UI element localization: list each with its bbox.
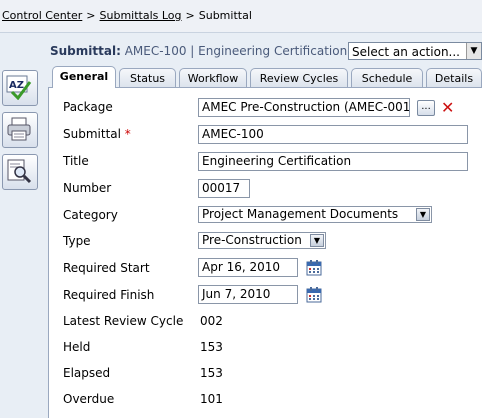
overdue-value: 101 [200, 392, 223, 406]
submittal-label: Submittal * [63, 127, 131, 141]
tab-bar: General Status Workflow Review Cycles Sc… [48, 66, 482, 88]
action-select-value: Select an action... [352, 45, 460, 59]
type-label: Type [63, 234, 91, 248]
package-field[interactable]: AMEC Pre-Construction (AMEC-001) [198, 98, 410, 117]
required-start-field[interactable]: Apr 16, 2010 [198, 258, 298, 277]
preview-icon [7, 159, 32, 184]
breadcrumb-control-center[interactable]: Control Center [2, 9, 82, 22]
held-value: 153 [200, 340, 223, 354]
print-button[interactable] [2, 112, 38, 148]
tab-status[interactable]: Status [119, 68, 176, 88]
required-finish-label: Required Finish [63, 288, 155, 302]
category-select-value: Project Management Documents [202, 207, 399, 221]
chevron-down-icon: ▼ [310, 234, 324, 247]
title-field[interactable]: Engineering Certification [198, 152, 468, 171]
number-label: Number [63, 181, 112, 195]
general-panel: Package AMEC Pre-Construction (AMEC-001)… [48, 87, 482, 418]
held-label: Held [63, 340, 91, 354]
required-start-label: Required Start [63, 261, 150, 275]
breadcrumb-current: Submittal [198, 9, 252, 22]
page-title-text: AMEC-100 | Engineering Certification [124, 44, 348, 58]
page-title: Submittal: AMEC-100 | Engineering Certif… [50, 44, 347, 58]
clear-package-icon[interactable]: ✕ [441, 100, 454, 116]
breadcrumb-separator: > [185, 9, 195, 22]
chevron-down-icon: ▼ [466, 43, 481, 59]
svg-text:AZ: AZ [9, 80, 24, 91]
required-finish-field[interactable]: Jun 7, 2010 [198, 285, 298, 304]
tab-review-cycles[interactable]: Review Cycles [250, 68, 348, 88]
tab-general[interactable]: General [52, 66, 116, 88]
latest-review-cycle-label: Latest Review Cycle [63, 314, 184, 328]
preview-button[interactable] [2, 154, 38, 190]
breadcrumb-separator: > [86, 9, 96, 22]
breadcrumb: Control Center > Submittals Log > Submittal [2, 9, 252, 22]
calendar-icon[interactable] [306, 287, 322, 303]
package-label: Package [63, 100, 113, 114]
required-marker: * [124, 127, 131, 141]
category-select[interactable]: Project Management Documents ▼ [198, 206, 432, 223]
page-title-label: Submittal: [50, 44, 121, 58]
elapsed-label: Elapsed [63, 366, 111, 380]
action-select[interactable]: Select an action... ▼ [348, 42, 482, 60]
page-header: Submittal: AMEC-100 | Engineering Certif… [48, 36, 482, 66]
tab-workflow[interactable]: Workflow [179, 68, 247, 88]
submittal-field[interactable]: AMEC-100 [198, 125, 468, 144]
elapsed-value: 153 [200, 366, 223, 380]
tab-details[interactable]: Details [426, 68, 482, 88]
type-select[interactable]: Pre-Construction ▼ [198, 232, 326, 249]
latest-review-cycle-value: 002 [200, 314, 223, 328]
submittal-label-text: Submittal [63, 127, 121, 141]
breadcrumb-submittals-log[interactable]: Submittals Log [100, 9, 182, 22]
title-label: Title [63, 154, 89, 168]
print-icon [7, 117, 31, 141]
number-field[interactable]: 00017 [198, 179, 250, 198]
tab-schedule[interactable]: Schedule [351, 68, 423, 88]
breadcrumb-bar: Control Center > Submittals Log > Submittal [0, 0, 482, 33]
spellcheck-icon: AZ [6, 75, 32, 100]
chevron-down-icon: ▼ [416, 208, 430, 221]
toolbar: AZ [0, 66, 42, 417]
type-select-value: Pre-Construction [202, 233, 302, 247]
overdue-label: Overdue [63, 392, 115, 406]
calendar-icon[interactable] [306, 260, 322, 276]
category-label: Category [63, 208, 118, 222]
package-browse-button[interactable]: ... [417, 100, 435, 116]
spellcheck-button[interactable]: AZ [2, 70, 38, 106]
